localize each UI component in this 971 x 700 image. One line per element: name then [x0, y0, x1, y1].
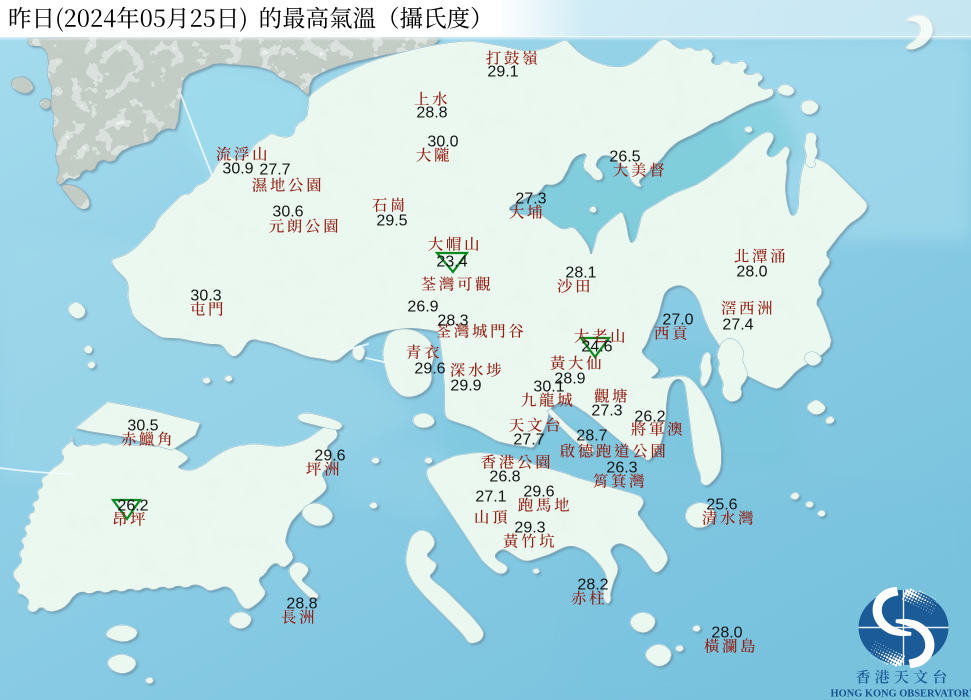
svg-text:29.3: 29.3: [514, 520, 545, 537]
svg-text:27.4: 27.4: [722, 317, 753, 334]
svg-text:28.8: 28.8: [416, 105, 447, 122]
svg-text:24.6: 24.6: [581, 339, 612, 356]
svg-text:27.7: 27.7: [513, 432, 544, 449]
svg-text:26.8: 26.8: [489, 469, 520, 486]
svg-text:26.3: 26.3: [606, 460, 637, 477]
svg-text:27.1: 27.1: [475, 489, 506, 506]
svg-text:29.5: 29.5: [376, 213, 407, 230]
svg-text:30.3: 30.3: [190, 288, 221, 305]
svg-text:28.8: 28.8: [286, 596, 317, 613]
svg-text:30.0: 30.0: [427, 134, 458, 151]
svg-text:27.7: 27.7: [259, 162, 290, 179]
svg-text:30.9: 30.9: [222, 161, 253, 178]
svg-text:28.0: 28.0: [711, 625, 742, 642]
svg-text:30.6: 30.6: [272, 204, 303, 221]
svg-text:28.2: 28.2: [577, 577, 608, 594]
svg-text:30.1: 30.1: [533, 379, 564, 396]
svg-text:28.1: 28.1: [565, 265, 596, 282]
svg-text:26.2: 26.2: [117, 498, 148, 515]
svg-text:27.0: 27.0: [662, 312, 693, 329]
svg-text:29.9: 29.9: [450, 378, 481, 395]
svg-text:28.0: 28.0: [736, 264, 767, 281]
svg-text:28.7: 28.7: [576, 428, 607, 445]
svg-text:28.3: 28.3: [437, 313, 468, 330]
svg-text:HONG KONG OBSERVATORY: HONG KONG OBSERVATORY: [831, 689, 971, 700]
svg-text:26.9: 26.9: [407, 299, 438, 316]
svg-text:26.5: 26.5: [609, 149, 640, 166]
svg-text:27.3: 27.3: [591, 403, 622, 420]
svg-text:25.6: 25.6: [706, 497, 737, 514]
svg-text:23.4: 23.4: [436, 254, 467, 271]
svg-text:30.5: 30.5: [127, 418, 158, 435]
svg-text:26.2: 26.2: [634, 409, 665, 426]
svg-text:27.3: 27.3: [515, 191, 546, 208]
svg-text:29.6: 29.6: [414, 361, 445, 378]
svg-text:29.6: 29.6: [523, 484, 554, 501]
svg-text:29.1: 29.1: [487, 64, 518, 81]
svg-text:29.6: 29.6: [314, 448, 345, 465]
